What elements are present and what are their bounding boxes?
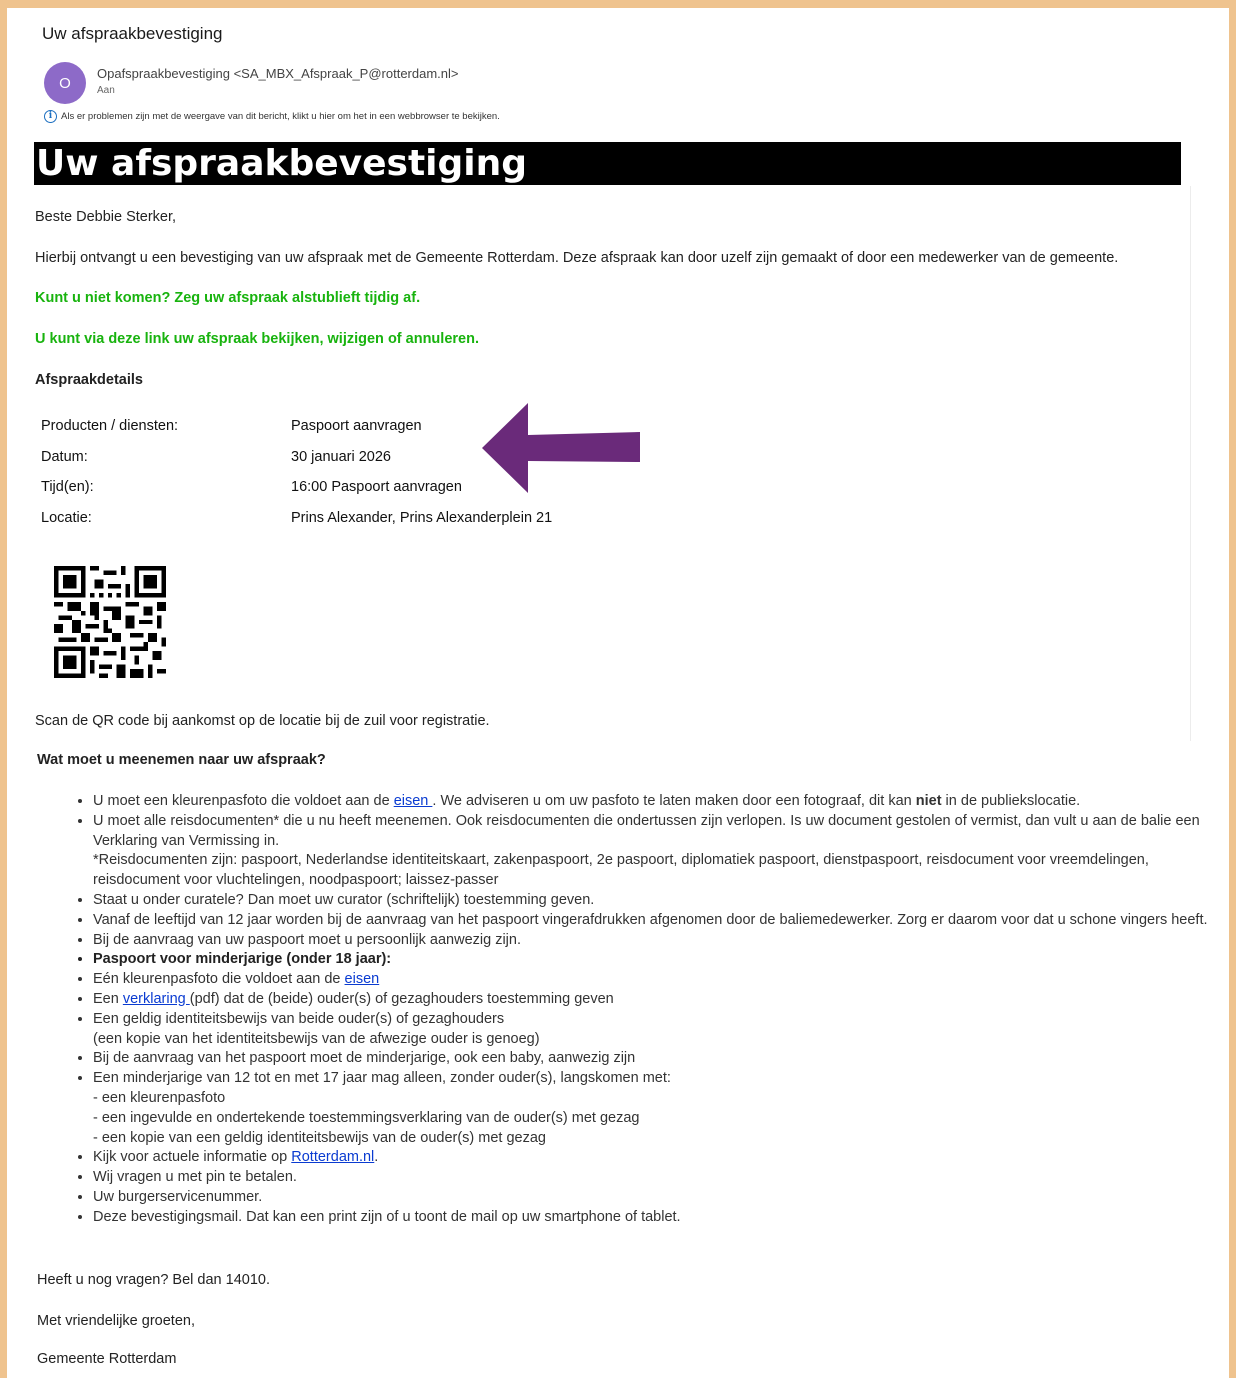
- list-item: Een geldig identiteitsbewijs van beide o…: [93, 1010, 1223, 1050]
- list-item-text: . We adviseren u om uw pasfoto te laten …: [432, 793, 916, 809]
- consent-declaration-link[interactable]: verklaring: [123, 991, 190, 1007]
- intro-text: Hierbij ontvangt u een bevestiging van u…: [35, 250, 1119, 266]
- cancel-notice: Kunt u niet komen? Zeg uw afspraak alstu…: [35, 290, 421, 306]
- list-item: Paspoort voor minderjarige (onder 18 jaa…: [93, 950, 1223, 970]
- rotterdam-website-link[interactable]: Rotterdam.nl: [291, 1149, 374, 1165]
- list-item: Een verklaring (pdf) dat de (beide) oude…: [93, 990, 1223, 1010]
- detail-label: Producten / diensten:: [41, 418, 179, 434]
- detail-label: Tijd(en):: [41, 479, 94, 495]
- recipient-label[interactable]: Aan: [97, 85, 115, 96]
- details-heading: Afspraakdetails: [35, 372, 143, 388]
- list-item-text: Kijk voor actuele informatie op: [93, 1149, 292, 1166]
- list-item: Een minderjarige van 12 tot en met 17 ja…: [93, 1069, 1223, 1148]
- list-item: Deze bevestigingsmail. Dat kan een print…: [93, 1208, 1223, 1228]
- list-item: Wij vragen u met pin te betalen.: [93, 1168, 1223, 1188]
- view-in-browser-text[interactable]: Als er problemen zijn met de weergave va…: [61, 111, 500, 122]
- requirements-photo-link[interactable]: eisen: [394, 793, 433, 809]
- detail-value: Prins Alexander, Prins Alexanderplein 21: [291, 510, 553, 526]
- list-item-text: Eén kleurenpasfoto die voldoet aan de: [93, 971, 345, 988]
- list-item: Eén kleurenpasfoto die voldoet aan de ei…: [93, 970, 1223, 990]
- requirements-heading: Wat moet u meenemen naar uw afspraak?: [37, 752, 326, 768]
- list-item-text: Een: [93, 990, 123, 1007]
- banner-title: Uw afspraakbevestiging: [34, 142, 1181, 185]
- list-item-text: - een ingevulde en ondertekende toestemm…: [93, 1109, 640, 1126]
- greeting: Beste Debbie Sterker,: [35, 209, 177, 225]
- detail-label: Datum:: [41, 449, 88, 465]
- list-item-text: (pdf) dat de (beide) ouder(s) of gezagho…: [189, 990, 614, 1007]
- list-item-text: - een kopie van een geldig identiteitsbe…: [93, 1129, 546, 1146]
- list-item: U moet alle reisdocumenten* die u nu hee…: [93, 812, 1223, 891]
- list-item: Kijk voor actuele informatie op Rotterda…: [93, 1148, 1223, 1168]
- list-item: Staat u onder curatele? Dan moet uw cura…: [93, 891, 1223, 911]
- info-icon: i: [44, 110, 57, 123]
- detail-value: Paspoort aanvragen: [291, 418, 422, 434]
- list-item-text: (een kopie van het identiteitsbewijs van…: [93, 1030, 540, 1047]
- list-item-text: - een kleurenpasfoto: [93, 1089, 226, 1106]
- manage-appointment-link[interactable]: U kunt via deze link uw afspraak bekijke…: [35, 331, 479, 347]
- list-item: Vanaf de leeftijd van 12 jaar worden bij…: [93, 911, 1223, 931]
- requirements-list: U moet een kleurenpasfoto die voldoet aa…: [58, 792, 1223, 1228]
- list-item: Uw burgerservicenummer.: [93, 1188, 1223, 1208]
- detail-value: 16:00 Paspoort aanvragen: [291, 479, 462, 495]
- signature: Gemeente Rotterdam: [37, 1351, 177, 1367]
- detail-label: Locatie:: [41, 510, 92, 526]
- list-item-emphasis: niet: [915, 793, 942, 809]
- detail-value: 30 januari 2026: [291, 449, 391, 465]
- closing-text: Met vriendelijke groeten,: [37, 1313, 195, 1329]
- sender-address[interactable]: Opafspraakbevestiging <SA_MBX_Afspraak_P…: [97, 66, 459, 81]
- minor-photo-requirements-link[interactable]: eisen: [345, 971, 380, 987]
- list-item-text: U moet alle reisdocumenten* die u nu hee…: [93, 812, 1200, 849]
- list-item-text: Een minderjarige van 12 tot en met 17 ja…: [93, 1070, 671, 1087]
- view-in-browser-notice[interactable]: i Als er problemen zijn met de weergave …: [44, 110, 500, 123]
- qr-instruction: Scan de QR code bij aankomst op de locat…: [35, 713, 490, 729]
- list-item-text: Een geldig identiteitsbewijs van beide o…: [93, 1010, 505, 1027]
- email-subject: Uw afspraakbevestiging: [42, 24, 223, 43]
- list-item-text: *Reisdocumenten zijn: paspoort, Nederlan…: [93, 852, 1149, 889]
- list-item-text: in de publiekslocatie.: [941, 793, 1081, 809]
- content-divider: [1190, 186, 1191, 741]
- left-arrow-annotation-icon: [482, 403, 640, 493]
- list-item-text: U moet een kleurenpasfoto die voldoet aa…: [93, 793, 394, 809]
- list-item: Bij de aanvraag van uw paspoort moet u p…: [93, 931, 1223, 951]
- qr-code-icon: [54, 566, 166, 678]
- list-item-text: .: [374, 1149, 379, 1166]
- sender-avatar[interactable]: O: [44, 62, 86, 104]
- list-item: Bij de aanvraag van het paspoort moet de…: [93, 1049, 1223, 1069]
- list-item: U moet een kleurenpasfoto die voldoet aa…: [93, 792, 1223, 812]
- questions-text: Heeft u nog vragen? Bel dan 14010.: [37, 1272, 270, 1288]
